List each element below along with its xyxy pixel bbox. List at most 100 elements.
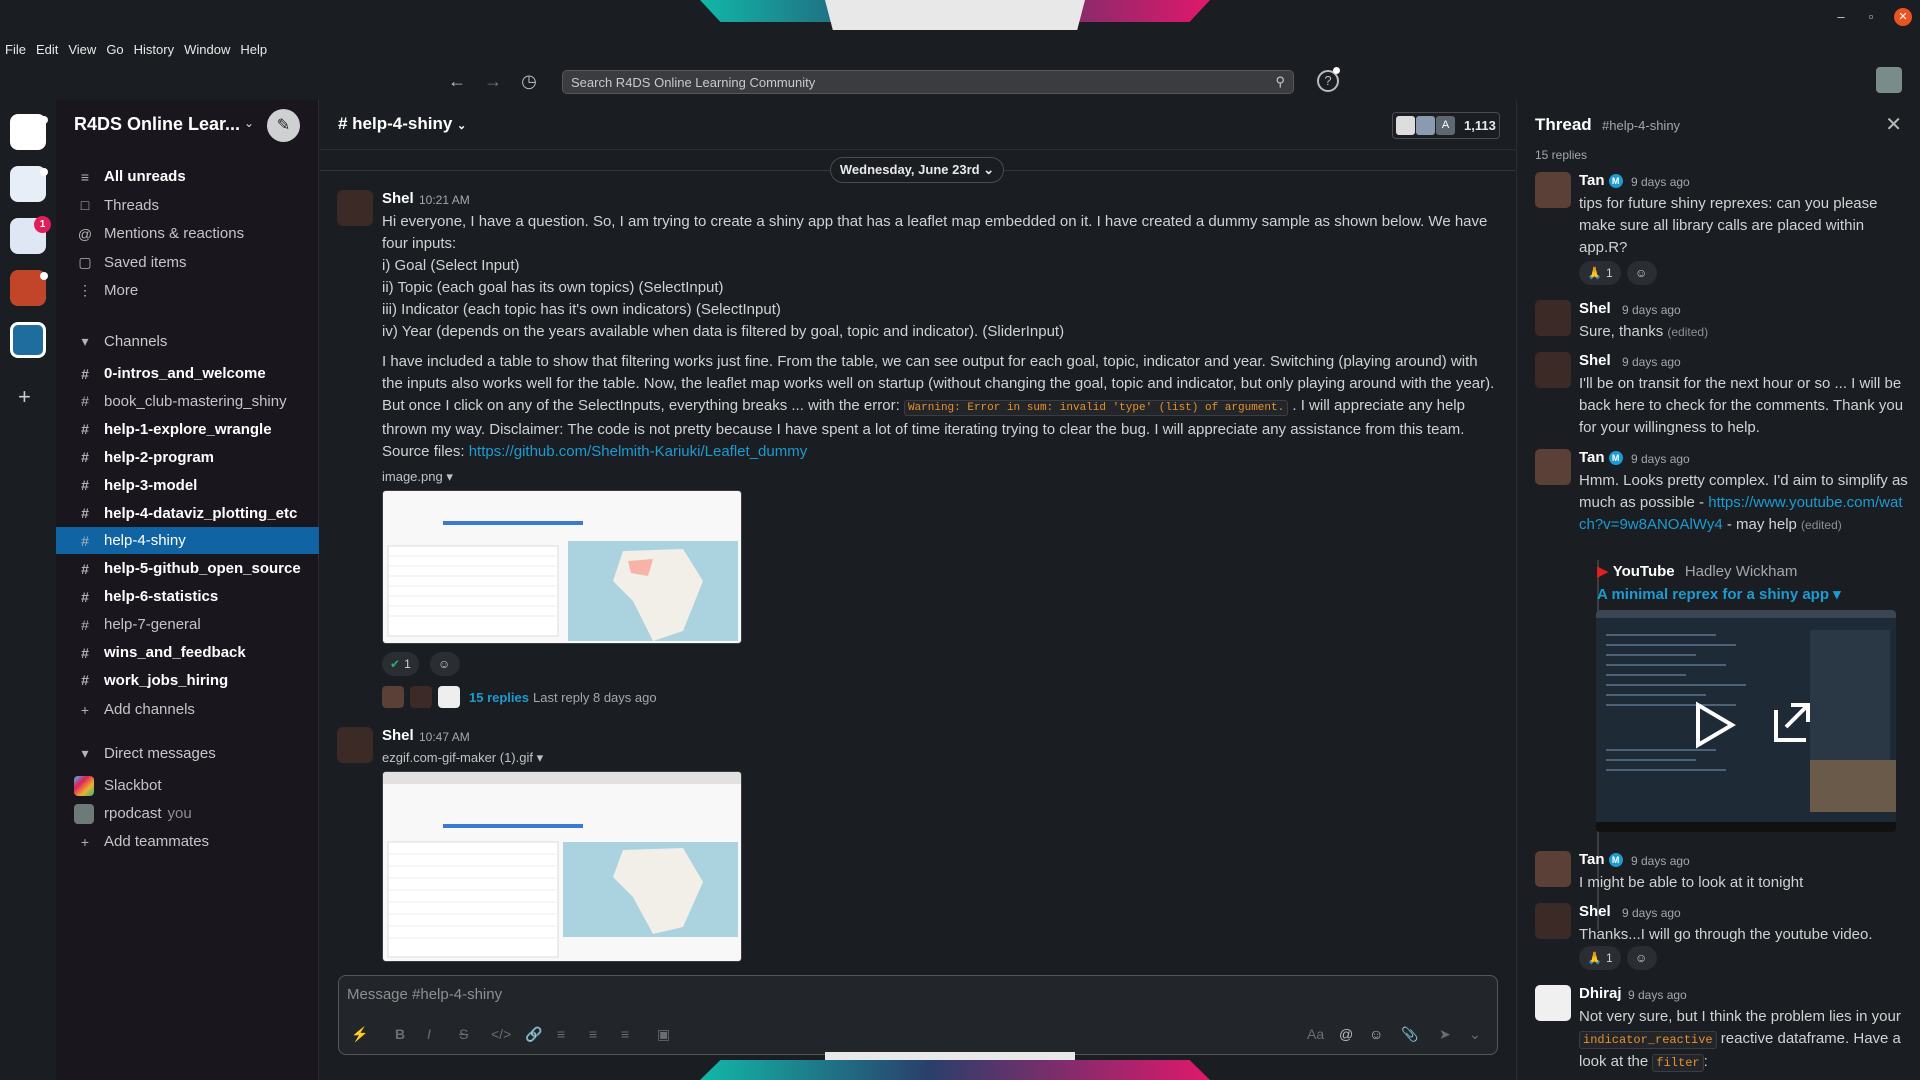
close-icon[interactable]: ✕ — [1885, 112, 1902, 137]
reply-time[interactable]: 9 days ago — [1631, 452, 1690, 466]
chevron-down-icon[interactable]: ⌄ — [244, 116, 254, 130]
sidebar-channel-help-4-shiny[interactable]: # help-4-shiny — [56, 527, 319, 555]
gif-attachment[interactable] — [382, 771, 742, 962]
strikethrough-icon[interactable]: S — [459, 1026, 468, 1042]
link-icon[interactable]: 🔗 — [525, 1026, 542, 1043]
reaction-pray[interactable]: 🙏 1 — [1579, 946, 1621, 970]
menu-view[interactable]: View — [68, 42, 96, 57]
reply-author[interactable]: Shel — [1579, 903, 1611, 920]
sidebar-channel-help-5-github-open-source[interactable]: # help-5-github_open_source — [56, 555, 319, 582]
file-name[interactable]: ezgif.com-gif-maker (1).gif ▾ — [382, 750, 543, 766]
reply-author[interactable]: Tan M — [1579, 172, 1623, 189]
reply-time[interactable]: 9 days ago — [1631, 854, 1690, 868]
sidebar-channel-work-jobs-hiring[interactable]: # work_jobs_hiring — [56, 667, 319, 694]
avatar[interactable] — [1535, 985, 1571, 1021]
maximize-button[interactable]: ▫ — [1862, 8, 1880, 26]
search-input[interactable]: Search R4DS Online Learning Community ⚲ — [562, 70, 1294, 94]
bold-icon[interactable]: B — [395, 1026, 405, 1042]
avatar[interactable] — [1535, 449, 1571, 485]
message-time[interactable]: 10:21 AM — [419, 193, 470, 207]
add-channels-button[interactable]: + Add channels — [56, 696, 319, 723]
workspace-active[interactable] — [10, 322, 46, 358]
message-time[interactable]: 10:47 AM — [419, 730, 470, 744]
bullet-list-icon[interactable]: ≡ — [589, 1026, 597, 1042]
menu-history[interactable]: History — [134, 42, 174, 57]
message-author[interactable]: Shel — [382, 727, 414, 744]
sidebar-item-threads[interactable]: □ Threads — [56, 192, 319, 219]
blockquote-icon[interactable]: ≡ — [621, 1026, 629, 1042]
italic-icon[interactable]: I — [427, 1026, 431, 1042]
youtube-title[interactable]: A minimal reprex for a shiny app ▾ — [1597, 585, 1841, 603]
image-attachment[interactable] — [382, 490, 742, 644]
ordered-list-icon[interactable]: ≡ — [557, 1026, 565, 1042]
code-block-icon[interactable]: ▣ — [657, 1026, 670, 1043]
sidebar-item-more[interactable]: ⋮ More — [56, 277, 319, 304]
code-icon[interactable]: </> — [491, 1026, 511, 1042]
compose-icon[interactable]: ✎ — [267, 109, 300, 142]
reaction-pray[interactable]: 🙏 1 — [1579, 261, 1621, 285]
thread-channel[interactable]: #help-4-shiny — [1602, 118, 1680, 133]
reaction-check[interactable]: ✔ 1 — [382, 652, 419, 676]
sidebar-channel-book-club-mastering-shiny[interactable]: # book_club-mastering_shiny — [56, 388, 319, 415]
member-count-button[interactable]: A 1,113 — [1392, 112, 1500, 139]
reply-time[interactable]: 9 days ago — [1622, 303, 1681, 317]
reply-author[interactable]: Shel — [1579, 352, 1611, 369]
shortcuts-icon[interactable]: ⚡ — [351, 1026, 368, 1043]
source-link[interactable]: https://github.com/Shelmith-Kariuki/Leaf… — [469, 443, 808, 460]
dm-item-rpodcast[interactable]: rpodcast you — [56, 800, 319, 827]
sidebar-channel-wins-and-feedback[interactable]: # wins_and_feedback — [56, 639, 319, 666]
menu-go[interactable]: Go — [106, 42, 123, 57]
reply-time[interactable]: 9 days ago — [1631, 175, 1690, 189]
back-arrow-icon[interactable]: ← — [446, 70, 468, 92]
add-reaction-icon[interactable]: ☺ — [1627, 946, 1657, 970]
reply-author[interactable]: Dhiraj — [1579, 985, 1622, 1002]
add-workspace-icon[interactable]: + — [18, 384, 31, 410]
sidebar-channel-help-2-program[interactable]: # help-2-program — [56, 444, 319, 471]
sidebar-channel-help-1-explore-wrangle[interactable]: # help-1-explore_wrangle — [56, 416, 319, 443]
message-composer[interactable]: Message #help-4-shiny ⚡ B I S </> 🔗 ≡ ≡ … — [338, 975, 1498, 1055]
chevron-down-icon[interactable]: ⌄ — [1469, 1026, 1481, 1043]
reply-time[interactable]: 9 days ago — [1628, 988, 1687, 1002]
formatting-toggle[interactable]: Aa — [1307, 1026, 1324, 1042]
sidebar-item-all-unreads[interactable]: ≡ All unreads — [56, 163, 319, 190]
add-teammates-button[interactable]: + Add teammates — [56, 828, 319, 855]
sidebar-channel-help-3-model[interactable]: # help-3-model — [56, 472, 319, 499]
avatar[interactable] — [1535, 851, 1571, 887]
menu-edit[interactable]: Edit — [36, 42, 58, 57]
sidebar-channel-0-intros-and-welcome[interactable]: #0-intros_and_welcome — [56, 360, 319, 387]
reply-author[interactable]: Tan M — [1579, 851, 1623, 868]
avatar[interactable] — [1535, 903, 1571, 939]
dm-section-header[interactable]: ▾ Direct messages — [56, 740, 319, 767]
workspace-name[interactable]: R4DS Online Lear... — [74, 114, 240, 135]
thread-replies-link[interactable]: 15 replies — [469, 690, 529, 705]
sidebar-channel-help-6-statistics[interactable]: # help-6-statistics — [56, 583, 319, 610]
forward-arrow-icon[interactable]: → — [482, 70, 504, 92]
reply-time[interactable]: 9 days ago — [1622, 355, 1681, 369]
add-reaction-icon[interactable]: ☺ — [430, 652, 460, 676]
emoji-icon[interactable]: ☺ — [1369, 1026, 1383, 1042]
file-name[interactable]: image.png ▾ — [382, 469, 453, 485]
sidebar-channel-help-7-general[interactable]: # help-7-general — [56, 611, 319, 638]
avatar[interactable] — [1535, 300, 1571, 336]
mention-icon[interactable]: @ — [1339, 1026, 1353, 1042]
reply-author[interactable]: Tan M — [1579, 449, 1623, 466]
dm-item-slackbot[interactable]: Slackbot — [56, 772, 319, 799]
channel-title[interactable]: # help-4-shiny ⌄ — [338, 114, 466, 134]
avatar[interactable] — [1535, 172, 1571, 208]
menu-file[interactable]: File — [5, 42, 26, 57]
sidebar-item-mentions-reactions[interactable]: @ Mentions & reactions — [56, 220, 319, 247]
message-author[interactable]: Shel — [382, 190, 414, 207]
sidebar-channel-help-4-dataviz-plotting-etc[interactable]: # help-4-dataviz_plotting_etc — [56, 500, 319, 527]
close-window-button[interactable]: ✕ — [1894, 8, 1912, 26]
menu-help[interactable]: Help — [240, 42, 267, 57]
minimize-button[interactable]: – — [1832, 8, 1850, 26]
avatar[interactable] — [337, 190, 373, 226]
channels-section-header[interactable]: ▾ Channels — [56, 328, 319, 355]
reply-time[interactable]: 9 days ago — [1622, 906, 1681, 920]
user-avatar[interactable] — [1876, 67, 1902, 93]
history-clock-icon[interactable]: ◷ — [518, 70, 540, 92]
avatar[interactable] — [1535, 352, 1571, 388]
menu-window[interactable]: Window — [184, 42, 230, 57]
attach-icon[interactable]: 📎 — [1401, 1026, 1418, 1043]
date-divider[interactable]: Wednesday, June 23rd ⌄ — [830, 157, 1004, 183]
